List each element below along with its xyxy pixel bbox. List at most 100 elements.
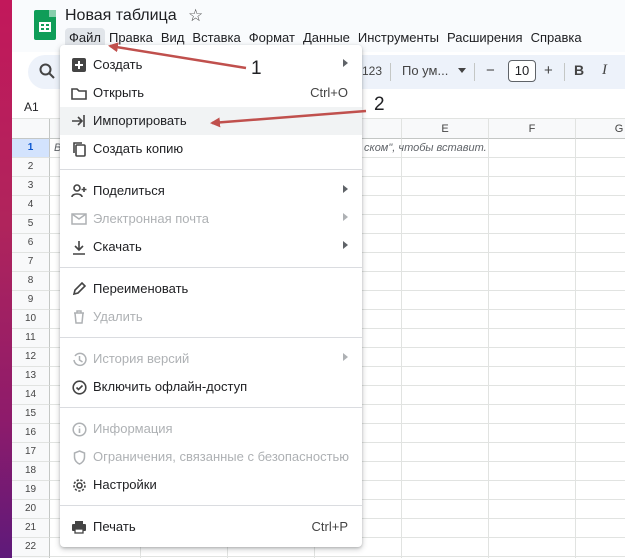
decrease-font-size-button[interactable]: − [486, 62, 495, 79]
row-header[interactable]: 2 [12, 158, 50, 177]
row-header[interactable]: 17 [12, 443, 50, 462]
grid-line [401, 139, 402, 558]
menu-item-label: Удалить [93, 309, 143, 324]
grid-line [50, 556, 625, 557]
person-add-icon [70, 182, 88, 200]
menu-item-create[interactable]: Создать [60, 51, 362, 79]
row-header[interactable]: 21 [12, 519, 50, 538]
menu-item-rename[interactable]: Переименовать [60, 275, 362, 303]
font-size-input[interactable]: 10 [508, 60, 536, 82]
row-header[interactable]: 14 [12, 386, 50, 405]
number-format-button[interactable]: 123 [362, 64, 382, 78]
row-header[interactable]: 7 [12, 253, 50, 272]
shield-icon [70, 448, 88, 466]
offline-check-icon [70, 378, 88, 396]
column-header-g[interactable]: G [576, 119, 625, 139]
history-icon [70, 350, 88, 368]
file-menu-dropdown: Создать Открыть Ctrl+O Импортировать Соз… [60, 45, 362, 547]
document-title[interactable]: Новая таблица [65, 7, 177, 25]
row-header[interactable]: 5 [12, 215, 50, 234]
copy-icon [70, 140, 88, 158]
row-header[interactable]: 18 [12, 462, 50, 481]
row-header[interactable]: 20 [12, 500, 50, 519]
info-icon [70, 420, 88, 438]
menu-item-label: Открыть [93, 85, 145, 100]
menu-divider [60, 337, 362, 338]
row-header[interactable]: 4 [12, 196, 50, 215]
star-icon[interactable]: ☆ [188, 6, 203, 26]
cell-reference[interactable]: A1 [24, 100, 39, 114]
row-header[interactable]: 22 [12, 538, 50, 557]
plus-box-icon [70, 56, 88, 74]
row-header[interactable]: 11 [12, 329, 50, 348]
row-header[interactable]: 9 [12, 291, 50, 310]
row-header[interactable]: 10 [12, 310, 50, 329]
menu-extensions[interactable]: Расширения [443, 28, 527, 48]
column-header-f[interactable]: F [489, 119, 576, 139]
annotation-number-2: 2 [374, 94, 385, 115]
menu-divider [60, 169, 362, 170]
submenu-arrow-icon [343, 213, 348, 221]
menu-item-label: Создать копию [93, 141, 184, 156]
font-dropdown-icon[interactable] [458, 68, 466, 73]
sheets-logo-icon[interactable] [34, 10, 56, 40]
trash-icon [70, 308, 88, 326]
download-icon [70, 238, 88, 256]
menu-item-security-limitations: Ограничения, связанные с безопасностью [60, 443, 362, 471]
increase-font-size-button[interactable]: + [544, 62, 553, 79]
email-icon [70, 210, 88, 228]
column-header-e[interactable]: E [402, 119, 489, 139]
menu-divider [60, 407, 362, 408]
menu-item-settings[interactable]: Настройки [60, 471, 362, 499]
menu-item-share[interactable]: Поделиться [60, 177, 362, 205]
row-header[interactable]: 19 [12, 481, 50, 500]
menu-item-label: История версий [93, 351, 190, 366]
shortcut-label: Ctrl+P [311, 519, 348, 534]
search-menus-icon[interactable] [38, 62, 56, 80]
menu-item-label: Импортировать [93, 113, 187, 128]
menu-item-label: Ограничения, связанные с безопасностью [93, 449, 350, 464]
row-header[interactable]: 15 [12, 405, 50, 424]
menu-item-label: Электронная почта [93, 211, 210, 226]
font-select[interactable]: По ум... [402, 63, 448, 78]
row-header[interactable]: 8 [12, 272, 50, 291]
submenu-arrow-icon [343, 185, 348, 193]
printer-icon [70, 518, 88, 536]
row-header[interactable]: 12 [12, 348, 50, 367]
row-header[interactable]: 16 [12, 424, 50, 443]
menu-item-offline[interactable]: Включить офлайн-доступ [60, 373, 362, 401]
toolbar-divider [564, 63, 565, 81]
menu-item-label: Настройки [93, 477, 157, 492]
menu-item-version-history: История версий [60, 345, 362, 373]
menu-item-details: Информация [60, 415, 362, 443]
shortcut-label: Ctrl+O [310, 85, 348, 100]
row-header[interactable]: 3 [12, 177, 50, 196]
row-header[interactable]: 6 [12, 234, 50, 253]
menu-item-label: Скачать [93, 239, 142, 254]
menu-item-download[interactable]: Скачать [60, 233, 362, 261]
toolbar-divider [474, 63, 475, 81]
cell-overflow-text: ском", чтобы вставит. [364, 142, 487, 154]
menu-help[interactable]: Справка [527, 28, 586, 48]
row-header[interactable]: 1 [12, 139, 50, 158]
italic-button[interactable]: I [602, 62, 607, 79]
menu-divider [60, 505, 362, 506]
menu-item-email: Электронная почта [60, 205, 362, 233]
menu-item-delete: Удалить [60, 303, 362, 331]
bold-button[interactable]: B [574, 62, 584, 78]
submenu-arrow-icon [343, 241, 348, 249]
menu-item-import[interactable]: Импортировать [60, 107, 362, 135]
select-all-corner[interactable] [12, 119, 50, 139]
menu-item-label: Печать [93, 519, 136, 534]
menu-item-print[interactable]: Печать Ctrl+P [60, 513, 362, 541]
annotation-number-1: 1 [251, 58, 262, 79]
import-arrow-icon [70, 112, 88, 130]
menu-item-label: Включить офлайн-доступ [93, 379, 248, 394]
menu-item-make-copy[interactable]: Создать копию [60, 135, 362, 163]
menu-item-label: Информация [93, 421, 173, 436]
menu-tools[interactable]: Инструменты [354, 28, 443, 48]
menu-item-open[interactable]: Открыть Ctrl+O [60, 79, 362, 107]
folder-icon [70, 84, 88, 102]
menu-item-label: Переименовать [93, 281, 189, 296]
row-header[interactable]: 13 [12, 367, 50, 386]
